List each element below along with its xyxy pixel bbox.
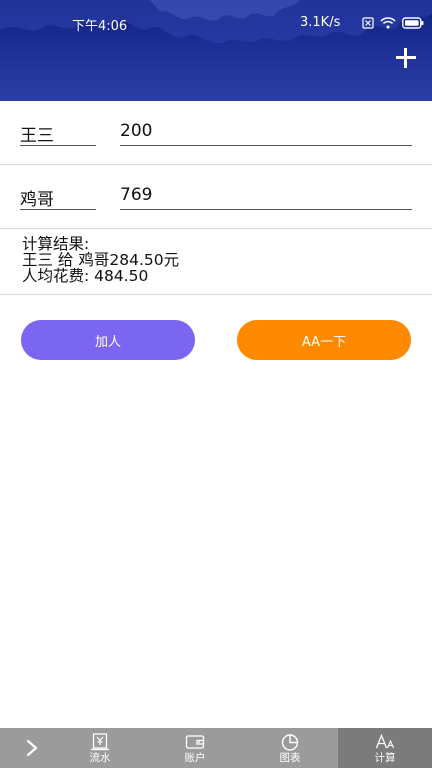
app-header: 下午4:06 3.1K/s [0,0,432,101]
font-size-icon [375,733,395,749]
result-average: 人均花费: 484.50 [22,267,149,285]
tab-chart[interactable]: 图表 [248,728,332,768]
add-person-button[interactable]: 加人 [21,320,195,360]
amount-field[interactable]: 769 [120,185,412,210]
sim-off-icon [362,17,374,29]
add-icon[interactable] [392,44,420,72]
tab-calculate[interactable]: 计算 [338,728,432,768]
network-speed: 3.1K/s [300,15,341,30]
status-icons [362,15,424,31]
person-row: 王三 200 [0,101,432,165]
wifi-icon [380,17,396,29]
result-panel: 计算结果: 王三 给 鸡哥284.50元 人均花费: 484.50 [0,229,432,295]
tab-label: 流水 [89,752,111,764]
bottom-nav: 流水 账户 图表 计算 [0,728,432,768]
tab-label: 计算 [374,752,396,764]
tab-account[interactable]: 账户 [153,728,237,768]
status-time: 下午4:06 [72,19,128,34]
tab-label: 图表 [279,752,301,764]
result-heading: 计算结果: [22,235,90,253]
person-row: 鸡哥 769 [0,165,432,229]
status-bar: 下午4:06 3.1K/s [0,12,432,34]
split-aa-button[interactable]: AA一下 [237,320,411,360]
person-name-field[interactable]: 王三 [20,121,96,146]
tab-ledger[interactable]: 流水 [58,728,142,768]
result-transfer: 王三 给 鸡哥284.50元 [22,251,180,269]
person-name-field[interactable]: 鸡哥 [20,185,96,210]
wallet-icon [185,735,205,749]
battery-icon [402,17,424,29]
tab-label: 账户 [184,752,206,764]
pie-chart-icon [281,734,299,751]
amount-field[interactable]: 200 [120,121,412,146]
chevron-right-icon[interactable] [22,738,42,758]
ledger-icon [91,733,109,751]
